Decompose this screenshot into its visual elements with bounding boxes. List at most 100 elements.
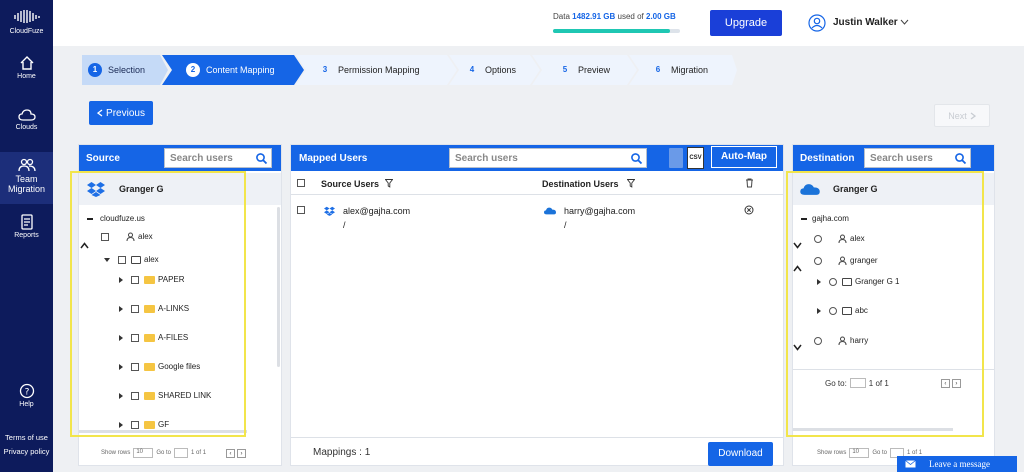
- horizontal-scrollbar[interactable]: [79, 430, 247, 433]
- user-icon: [838, 336, 847, 345]
- csv-upload-icon[interactable]: [669, 148, 683, 168]
- destination-folder-name: Granger G 1: [855, 277, 900, 286]
- filter-icon[interactable]: [627, 179, 635, 188]
- source-domain-row[interactable]: cloudfuze.us: [87, 214, 145, 223]
- source-child-row[interactable]: PAPER: [119, 275, 185, 284]
- download-button[interactable]: Download: [708, 442, 773, 466]
- step-permission-mapping[interactable]: 3 Permission Mapping: [318, 55, 420, 85]
- search-icon[interactable]: [255, 152, 268, 165]
- destination-search-input[interactable]: Search users: [864, 148, 971, 168]
- terms-link[interactable]: Terms of use: [0, 433, 53, 442]
- prev-page-button[interactable]: ‹: [226, 448, 236, 458]
- privacy-link[interactable]: Privacy policy: [0, 447, 53, 456]
- horizontal-scrollbar[interactable]: [793, 428, 953, 431]
- caret-down-icon[interactable]: [104, 257, 110, 262]
- csv-download-icon[interactable]: CSV: [687, 147, 704, 169]
- next-page-button[interactable]: ›: [237, 448, 247, 458]
- step-migration[interactable]: 6 Migration: [651, 55, 708, 85]
- go-to-input[interactable]: [849, 378, 866, 388]
- destination-folder-row[interactable]: Granger G 1: [817, 277, 899, 286]
- collapse-icon[interactable]: [87, 217, 93, 220]
- caret-right-icon[interactable]: [119, 276, 123, 283]
- sidebar-item-home[interactable]: Home: [0, 55, 53, 80]
- source-child-row[interactable]: SHARED LINK: [119, 391, 211, 400]
- sidebar-item-help[interactable]: ? Help: [0, 383, 53, 408]
- chevron-down-icon[interactable]: [793, 242, 802, 249]
- search-icon[interactable]: [954, 152, 967, 165]
- trash-icon[interactable]: [745, 178, 754, 188]
- prev-page-button[interactable]: ‹: [940, 378, 950, 388]
- caret-right-icon[interactable]: [119, 334, 123, 341]
- previous-label: Previous: [106, 107, 145, 119]
- collapse-icon[interactable]: [801, 217, 807, 220]
- radio[interactable]: [829, 306, 837, 315]
- source-child-row[interactable]: A-LINKS: [119, 304, 189, 313]
- checkbox[interactable]: [131, 333, 139, 342]
- chevron-up-icon[interactable]: [793, 265, 802, 272]
- caret-right-icon[interactable]: [119, 421, 123, 428]
- sidebar-item-clouds[interactable]: Clouds: [0, 108, 53, 131]
- source-user-row[interactable]: alex: [101, 232, 153, 241]
- caret-right-icon[interactable]: [119, 305, 123, 312]
- radio[interactable]: [814, 336, 822, 345]
- checkbox[interactable]: [131, 362, 139, 371]
- scrollbar[interactable]: [277, 207, 280, 367]
- leave-message-button[interactable]: Leave a message: [897, 456, 1017, 472]
- user-avatar-icon[interactable]: [808, 14, 826, 32]
- data-used: 1482.91 GB: [572, 12, 616, 21]
- checkbox[interactable]: [118, 255, 126, 264]
- search-icon[interactable]: [630, 152, 643, 165]
- checkbox[interactable]: [101, 232, 109, 241]
- step-selection[interactable]: 1 Selection: [88, 55, 145, 85]
- source-search-input[interactable]: Search users: [164, 148, 272, 168]
- filter-icon[interactable]: [385, 179, 393, 188]
- checkbox[interactable]: [131, 275, 139, 284]
- checkbox[interactable]: [131, 304, 139, 313]
- destination-user-row[interactable]: alex: [814, 234, 865, 243]
- destination-account-row[interactable]: Granger G: [793, 173, 994, 205]
- rows-select[interactable]: 10: [133, 448, 154, 458]
- sidebar-item-team-migration[interactable]: Team Migration: [0, 152, 53, 204]
- step-content-mapping[interactable]: 2 Content Mapping: [186, 55, 275, 85]
- automap-button[interactable]: Auto-Map: [711, 146, 777, 168]
- source-account-row[interactable]: Granger G: [79, 173, 281, 205]
- source-child-row[interactable]: GF: [119, 420, 169, 429]
- destination-user-row[interactable]: granger: [814, 256, 878, 265]
- caret-right-icon[interactable]: [119, 392, 123, 399]
- destination-user-row[interactable]: harry: [814, 336, 868, 345]
- sidebar-item-reports[interactable]: Reports: [0, 214, 53, 239]
- caret-right-icon[interactable]: [817, 278, 821, 285]
- caret-right-icon[interactable]: [119, 363, 123, 370]
- user-name[interactable]: Justin Walker: [833, 17, 898, 28]
- rows-select[interactable]: 10: [849, 448, 870, 458]
- destination-search-placeholder: Search users: [870, 153, 933, 164]
- checkbox[interactable]: [131, 420, 139, 429]
- source-child-row[interactable]: Google files: [119, 362, 200, 371]
- radio[interactable]: [814, 234, 822, 243]
- step-preview[interactable]: 5 Preview: [558, 55, 610, 85]
- chevron-down-icon[interactable]: [793, 344, 802, 351]
- scroll-up-icon[interactable]: [80, 242, 89, 249]
- row-checkbox[interactable]: [297, 206, 305, 214]
- mapped-header: Mapped Users Search users CSV Auto-Map: [291, 145, 783, 171]
- radio[interactable]: [814, 256, 822, 265]
- destination-folder-row[interactable]: abc: [817, 306, 868, 315]
- radio[interactable]: [829, 277, 837, 286]
- source-folder-alex-row[interactable]: alex: [104, 255, 159, 264]
- source-child-row[interactable]: A-FILES: [119, 333, 188, 342]
- upgrade-button[interactable]: Upgrade: [710, 10, 782, 36]
- caret-right-icon[interactable]: [817, 307, 821, 314]
- next-page-button[interactable]: ›: [951, 378, 961, 388]
- next-button[interactable]: Next: [934, 104, 990, 127]
- step-options[interactable]: 4 Options: [465, 55, 516, 85]
- destination-domain-row[interactable]: gajha.com: [801, 214, 849, 223]
- table-row[interactable]: alex@gajha.com / harry@gajha.com /: [291, 197, 783, 237]
- previous-button[interactable]: Previous: [89, 101, 153, 125]
- select-all-checkbox[interactable]: [297, 179, 305, 187]
- remove-mapping-icon[interactable]: [744, 205, 754, 215]
- mapped-search-input[interactable]: Search users: [449, 148, 647, 168]
- go-to-input[interactable]: [174, 448, 189, 458]
- chevron-down-icon[interactable]: [900, 19, 909, 25]
- logo[interactable]: CloudFuze: [0, 8, 53, 35]
- checkbox[interactable]: [131, 391, 139, 400]
